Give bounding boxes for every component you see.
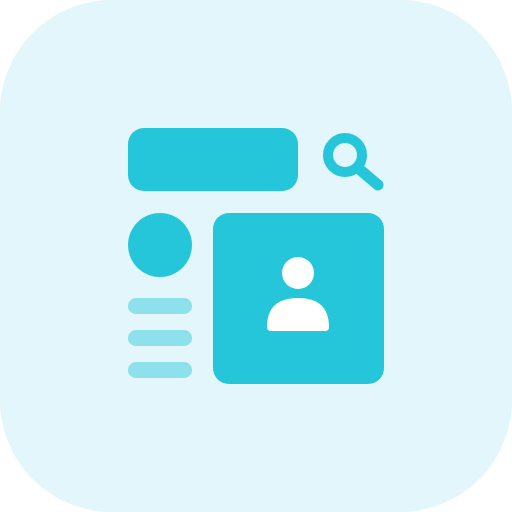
app-icon-tile <box>0 0 512 512</box>
search-icon <box>318 133 386 195</box>
search-bar <box>128 128 298 191</box>
text-line <box>128 362 192 378</box>
text-line <box>128 298 192 314</box>
user-icon <box>267 257 329 331</box>
avatar-circle <box>128 213 192 277</box>
text-line <box>128 330 192 346</box>
profile-card <box>213 213 384 384</box>
